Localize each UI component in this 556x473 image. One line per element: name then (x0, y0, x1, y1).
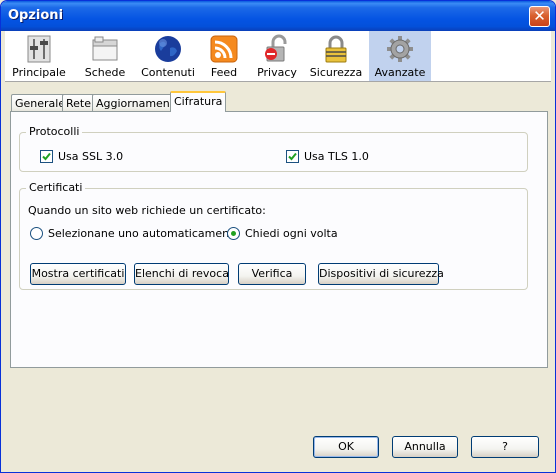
ssl-label[interactable]: Usa SSL 3.0 (58, 150, 123, 163)
pane-schede[interactable]: Schede (77, 31, 133, 81)
pane-label-feed: Feed (210, 66, 238, 79)
advanced-tabs: Generale Rete Aggiornamenti Cifratura Pr… (10, 90, 548, 368)
security-devices-button[interactable]: Dispositivi di sicurezza (318, 263, 444, 285)
close-button[interactable]: ✕ (529, 6, 550, 27)
tab-generale[interactable]: Generale (11, 94, 70, 112)
radio-selected-dot (231, 231, 236, 236)
security-padlock-icon (325, 35, 347, 63)
pane-privacy[interactable]: Privacy (253, 31, 301, 81)
certificates-group: Certificati Quando un sito web richiede … (19, 181, 528, 290)
pane-label-contenuti: Contenuti (141, 66, 195, 79)
certificates-legend: Certificati (26, 181, 86, 194)
pane-sicurezza[interactable]: Sicurezza (307, 31, 365, 81)
radio-ask-every-time[interactable] (227, 227, 240, 240)
pane-feed[interactable]: Feed (205, 31, 243, 81)
title-bar[interactable]: Opzioni ✕ (1, 1, 555, 31)
rss-feed-icon (210, 35, 238, 63)
protocols-group: Protocolli Usa SSL 3.0 Usa TLS 1.0 (19, 125, 528, 172)
tab-rete[interactable]: Rete (62, 94, 95, 112)
tab-aggiornamenti[interactable]: Aggiornamenti (92, 94, 182, 112)
verify-button[interactable]: Verifica (238, 263, 306, 285)
pane-avanzate[interactable]: Avanzate (369, 31, 431, 81)
revocation-lists-button[interactable]: Elenchi di revoca (134, 263, 229, 285)
ssl-checkbox[interactable] (40, 150, 53, 163)
pane-contenuti[interactable]: Contenuti (135, 31, 201, 81)
option-select-automatically[interactable]: Selezionane uno automaticamente (48, 227, 240, 240)
help-button[interactable]: ? (471, 436, 539, 458)
radio-select-automatically[interactable] (30, 227, 43, 240)
preference-panes-toolbar: Principale Schede Contenuti Feed Privacy… (5, 31, 551, 82)
pane-label-avanzate: Avanzate (374, 66, 426, 79)
tabs-icon (92, 36, 118, 61)
ok-button[interactable]: OK (313, 436, 379, 458)
checkmark-icon (42, 152, 51, 161)
window-title: Opzioni (8, 8, 64, 23)
view-certificates-button[interactable]: Mostra certificati (30, 263, 126, 285)
tab-panel-cifratura: Protocolli Usa SSL 3.0 Usa TLS 1.0 Certi… (10, 111, 548, 368)
tab-cifratura[interactable]: Cifratura (170, 91, 227, 112)
option-ask-every-time[interactable]: Chiedi ogni volta (245, 227, 338, 240)
general-settings-icon (27, 35, 51, 63)
certificate-prompt: Quando un sito web richiede un certifica… (28, 204, 266, 217)
pane-principale[interactable]: Principale (9, 31, 69, 81)
tls-label[interactable]: Usa TLS 1.0 (304, 150, 369, 163)
checkmark-icon (288, 152, 297, 161)
cancel-button[interactable]: Annulla (392, 436, 458, 458)
pane-label-schede: Schede (84, 66, 126, 79)
tls-checkbox[interactable] (286, 150, 299, 163)
options-dialog: Opzioni ✕ Principale Schede Contenuti Fe… (0, 0, 556, 473)
gear-icon (387, 36, 413, 62)
privacy-lock-icon (265, 34, 287, 62)
pane-label-principale: Principale (12, 66, 66, 79)
pane-label-sicurezza: Sicurezza (309, 66, 363, 79)
protocols-legend: Protocolli (26, 125, 83, 138)
pane-label-privacy: Privacy (257, 66, 297, 79)
globe-icon (155, 36, 181, 62)
